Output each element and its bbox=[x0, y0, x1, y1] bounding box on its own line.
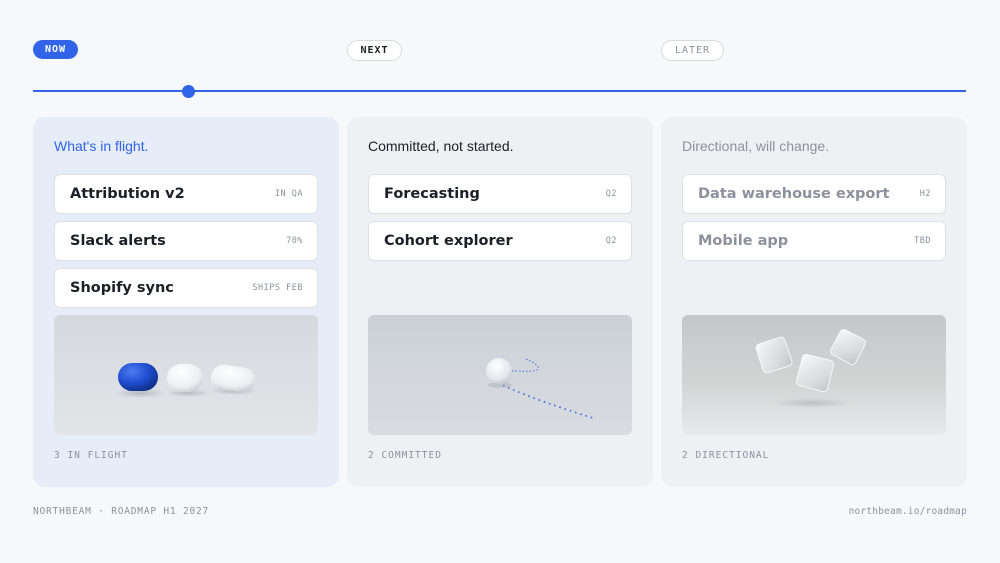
card-status-tag: H2 bbox=[919, 189, 931, 199]
card-title: Mobile app bbox=[698, 233, 789, 249]
column-count: 2 COMMITTED bbox=[368, 450, 442, 461]
card-title: Cohort explorer bbox=[384, 233, 513, 249]
timeline-track bbox=[33, 90, 966, 92]
column-count: 2 DIRECTIONAL bbox=[682, 450, 770, 461]
ball-trail-illustration bbox=[368, 315, 632, 435]
footer-url[interactable]: northbeam.io/roadmap bbox=[849, 506, 967, 517]
card-status-tag: Q2 bbox=[605, 236, 617, 246]
roadmap-card[interactable]: Cohort explorer Q2 bbox=[368, 221, 632, 261]
roadmap-card[interactable]: Shopify sync SHIPS FEB bbox=[54, 268, 318, 308]
roadmap-card[interactable]: Mobile app TBD bbox=[682, 221, 946, 261]
capsules-illustration bbox=[54, 315, 318, 435]
phase-pill-now[interactable]: NOW bbox=[33, 40, 78, 59]
roadmap-card[interactable]: Data warehouse export H2 bbox=[682, 174, 946, 214]
phase-pill-next[interactable]: NEXT bbox=[347, 40, 402, 61]
card-status-tag: TBD bbox=[914, 236, 931, 246]
card-status-tag: IN QA bbox=[274, 189, 303, 199]
column-count: 3 IN FLIGHT bbox=[54, 450, 128, 461]
phase-pill-later[interactable]: LATER bbox=[661, 40, 724, 61]
card-title: Shopify sync bbox=[70, 280, 174, 296]
card-title: Forecasting bbox=[384, 186, 480, 202]
column-now: What's in flight. Attribution v2 IN QA S… bbox=[33, 117, 339, 487]
roadmap-card[interactable]: Slack alerts 70% bbox=[54, 221, 318, 261]
card-status-tag: 70% bbox=[286, 236, 303, 246]
glass-cubes-illustration bbox=[682, 315, 946, 435]
card-title: Data warehouse export bbox=[698, 186, 890, 202]
column-next: Committed, not started. Forecasting Q2 C… bbox=[347, 117, 653, 487]
column-heading: What's in flight. bbox=[54, 138, 149, 154]
card-title: Slack alerts bbox=[70, 233, 166, 249]
timeline-progress-marker bbox=[182, 85, 195, 98]
card-status-tag: Q2 bbox=[605, 189, 617, 199]
roadmap-card[interactable]: Forecasting Q2 bbox=[368, 174, 632, 214]
column-heading: Committed, not started. bbox=[368, 138, 514, 154]
card-title: Attribution v2 bbox=[70, 186, 185, 202]
column-heading: Directional, will change. bbox=[682, 138, 830, 154]
column-later: Directional, will change. Data warehouse… bbox=[661, 117, 967, 487]
roadmap-card[interactable]: Attribution v2 IN QA bbox=[54, 174, 318, 214]
footer-brand: NORTHBEAM · ROADMAP H1 2027 bbox=[33, 506, 210, 517]
card-status-tag: SHIPS FEB bbox=[252, 283, 303, 293]
